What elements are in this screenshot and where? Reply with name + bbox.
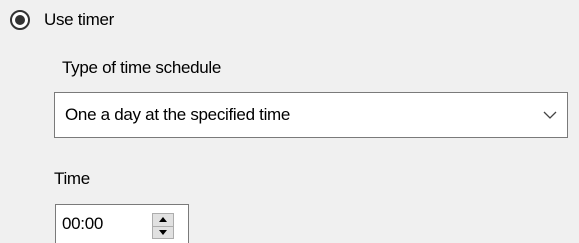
spin-down-icon <box>159 229 167 235</box>
radio-selected-dot <box>15 15 25 25</box>
spin-buttons <box>152 213 174 239</box>
spin-up-button[interactable] <box>152 213 174 227</box>
use-timer-label[interactable]: Use timer <box>44 9 114 31</box>
schedule-type-dropdown[interactable]: One a day at the specified time <box>54 92 568 138</box>
schedule-type-label: Type of time schedule <box>62 58 222 77</box>
chevron-down-icon[interactable] <box>533 93 567 137</box>
spin-up-icon <box>159 217 167 223</box>
use-timer-option[interactable]: Use timer <box>10 8 114 32</box>
schedule-type-value: One a day at the specified time <box>65 105 291 124</box>
spin-down-button[interactable] <box>152 226 174 239</box>
time-spinner[interactable]: 00:00 <box>55 204 189 243</box>
time-label: Time <box>54 169 90 188</box>
use-timer-radio[interactable] <box>10 10 30 30</box>
timer-settings-panel: Use timer Type of time schedule One a da… <box>0 0 579 243</box>
